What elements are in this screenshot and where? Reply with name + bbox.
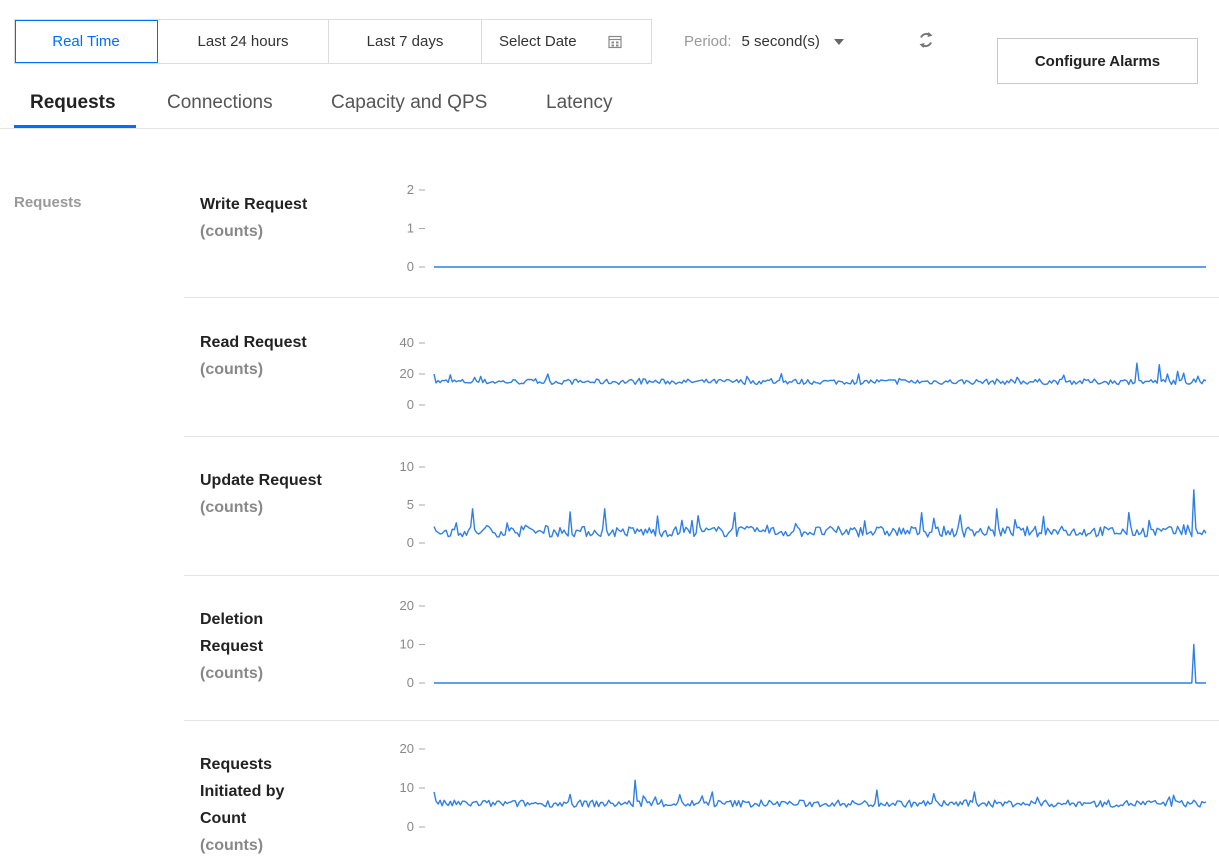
tab-capacity-and-qps-label: Capacity and QPS bbox=[331, 92, 488, 113]
y-tick-label: 10 bbox=[400, 637, 414, 652]
period-value: 5 second(s) bbox=[741, 33, 820, 50]
metric-deletion-request: Deletion Request (counts) 0 10 20 bbox=[184, 576, 1219, 721]
configure-alarms-button[interactable]: Configure Alarms bbox=[997, 38, 1198, 84]
series-line bbox=[433, 362, 1207, 386]
y-tick-label: 20 bbox=[400, 366, 414, 381]
tab-requests[interactable]: Requests bbox=[30, 92, 116, 114]
metric-tabs: Requests Connections Capacity and QPS La… bbox=[0, 86, 1219, 129]
time-range-selector: Real Time Last 24 hours Last 7 days Sele… bbox=[14, 19, 652, 64]
y-tick-label: 20 bbox=[400, 741, 414, 756]
last-24-hours-label: Last 24 hours bbox=[197, 33, 289, 50]
y-tick-label: 10 bbox=[400, 459, 414, 474]
period-select[interactable]: 5 second(s) bbox=[742, 33, 844, 50]
update-request-chart: 0 5 10 bbox=[400, 459, 1207, 550]
y-tick-label: 0 bbox=[407, 675, 414, 690]
deletion-request-chart: 0 10 20 bbox=[400, 598, 1206, 690]
last-7-days-label: Last 7 days bbox=[366, 33, 444, 50]
tab-requests-label: Requests bbox=[30, 92, 116, 113]
metric-write-request: Write Request (counts) 012 bbox=[184, 160, 1219, 298]
metric-update-request: Update Request (counts) 0 5 10 bbox=[184, 437, 1219, 576]
refresh-icon[interactable] bbox=[915, 29, 937, 51]
y-tick-label: 2 bbox=[407, 182, 414, 197]
last-24-hours-button[interactable]: Last 24 hours bbox=[158, 20, 329, 63]
series-line bbox=[433, 779, 1207, 808]
caret-down-icon bbox=[833, 38, 844, 45]
y-tick-label: 20 bbox=[400, 598, 414, 613]
y-tick-label: 10 bbox=[400, 780, 414, 795]
metric-requests-initiated-by-count: Requests Initiated by Count (counts) 0 10… bbox=[184, 721, 1219, 861]
requests-initiated-by-count-chart: 0 10 20 bbox=[400, 741, 1207, 834]
tab-latency[interactable]: Latency bbox=[546, 92, 613, 114]
active-tab-indicator bbox=[14, 125, 136, 128]
real-time-button[interactable]: Real Time bbox=[15, 20, 158, 63]
real-time-label: Real Time bbox=[52, 33, 120, 50]
select-date-label: Select Date bbox=[499, 33, 577, 50]
configure-alarms-label: Configure Alarms bbox=[1034, 52, 1161, 70]
y-tick-label: 0 bbox=[407, 535, 414, 550]
series-line bbox=[433, 489, 1207, 538]
section-label: Requests bbox=[14, 194, 82, 211]
tab-capacity-and-qps[interactable]: Capacity and QPS bbox=[331, 92, 487, 114]
period-label: Period: bbox=[684, 33, 732, 50]
period-control: Period: 5 second(s) bbox=[684, 33, 844, 50]
tab-connections[interactable]: Connections bbox=[167, 92, 273, 114]
y-tick-label: 5 bbox=[407, 497, 414, 512]
tab-connections-label: Connections bbox=[167, 92, 273, 113]
tab-latency-label: Latency bbox=[546, 92, 613, 113]
select-date-button[interactable]: Select Date bbox=[482, 20, 651, 63]
metric-read-request: Read Request (counts) 0 20 40 bbox=[184, 298, 1219, 437]
calendar-icon bbox=[607, 35, 622, 48]
y-tick-label: 0 bbox=[407, 397, 414, 412]
write-request-chart: 0 1 2 bbox=[407, 182, 1206, 274]
y-tick-label: 40 bbox=[400, 335, 414, 350]
read-request-chart: 0 20 40 bbox=[400, 335, 1207, 412]
last-7-days-button[interactable]: Last 7 days bbox=[329, 20, 482, 63]
y-tick-label: 1 bbox=[407, 221, 414, 236]
series-line bbox=[434, 643, 1206, 684]
y-tick-label: 0 bbox=[407, 819, 414, 834]
y-tick-label: 0 bbox=[407, 259, 414, 274]
